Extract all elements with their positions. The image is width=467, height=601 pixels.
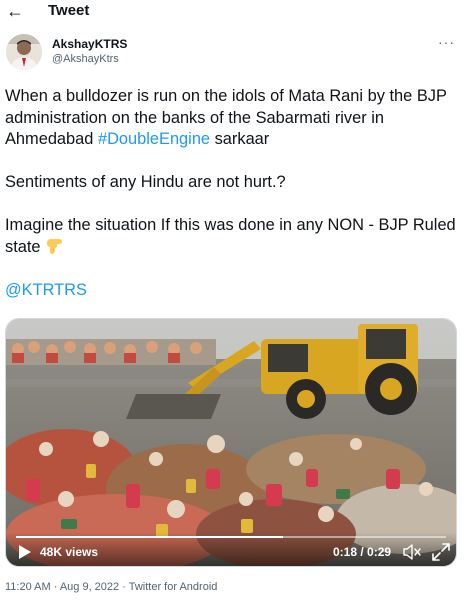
play-icon[interactable]	[18, 544, 32, 560]
video-player[interactable]: 48K views 0:18 / 0:29	[5, 318, 457, 567]
tweet-text-part: Imagine the situation If this was done i…	[5, 216, 456, 256]
video-time: 0:18 / 0:29	[333, 545, 392, 559]
video-progress-fill	[16, 536, 283, 538]
tweet-paragraph-1: When a bulldozer is run on the idols of …	[5, 86, 460, 151]
mention-link[interactable]: @KTRTRS	[5, 281, 87, 299]
hashtag-link[interactable]: #DoubleEngine	[98, 130, 210, 148]
backhand-index-pointing-down-emoji	[47, 238, 63, 254]
mute-icon[interactable]	[403, 543, 421, 561]
tweet-text-part: sarkaar	[210, 130, 270, 148]
tweet-paragraph-3: Imagine the situation If this was done i…	[5, 215, 460, 258]
back-arrow-icon[interactable]: ←	[6, 0, 24, 22]
view-count: 48K views	[40, 545, 99, 559]
page-title: Tweet	[48, 2, 90, 19]
video-progress-bar[interactable]	[16, 536, 446, 538]
video-controls: 48K views 0:18 / 0:29	[6, 532, 456, 566]
tweet-paragraph-2: Sentiments of any Hindu are not hurt.?	[5, 173, 286, 191]
fullscreen-icon[interactable]	[432, 543, 450, 561]
tweet-timestamp[interactable]: 11:20 AM · Aug 9, 2022 · Twitter for And…	[5, 580, 217, 594]
avatar[interactable]	[6, 34, 42, 70]
top-bar: ← Tweet	[0, 0, 467, 24]
more-options-icon[interactable]: ···	[438, 34, 455, 50]
author-name[interactable]: AkshayKTRS	[52, 37, 127, 51]
author-handle[interactable]: @AkshayKtrs	[52, 52, 119, 66]
tweet-paragraph-4: @KTRTRS	[5, 280, 460, 302]
video-frame	[6, 319, 456, 566]
tweet-text: When a bulldozer is run on the idols of …	[5, 86, 460, 301]
